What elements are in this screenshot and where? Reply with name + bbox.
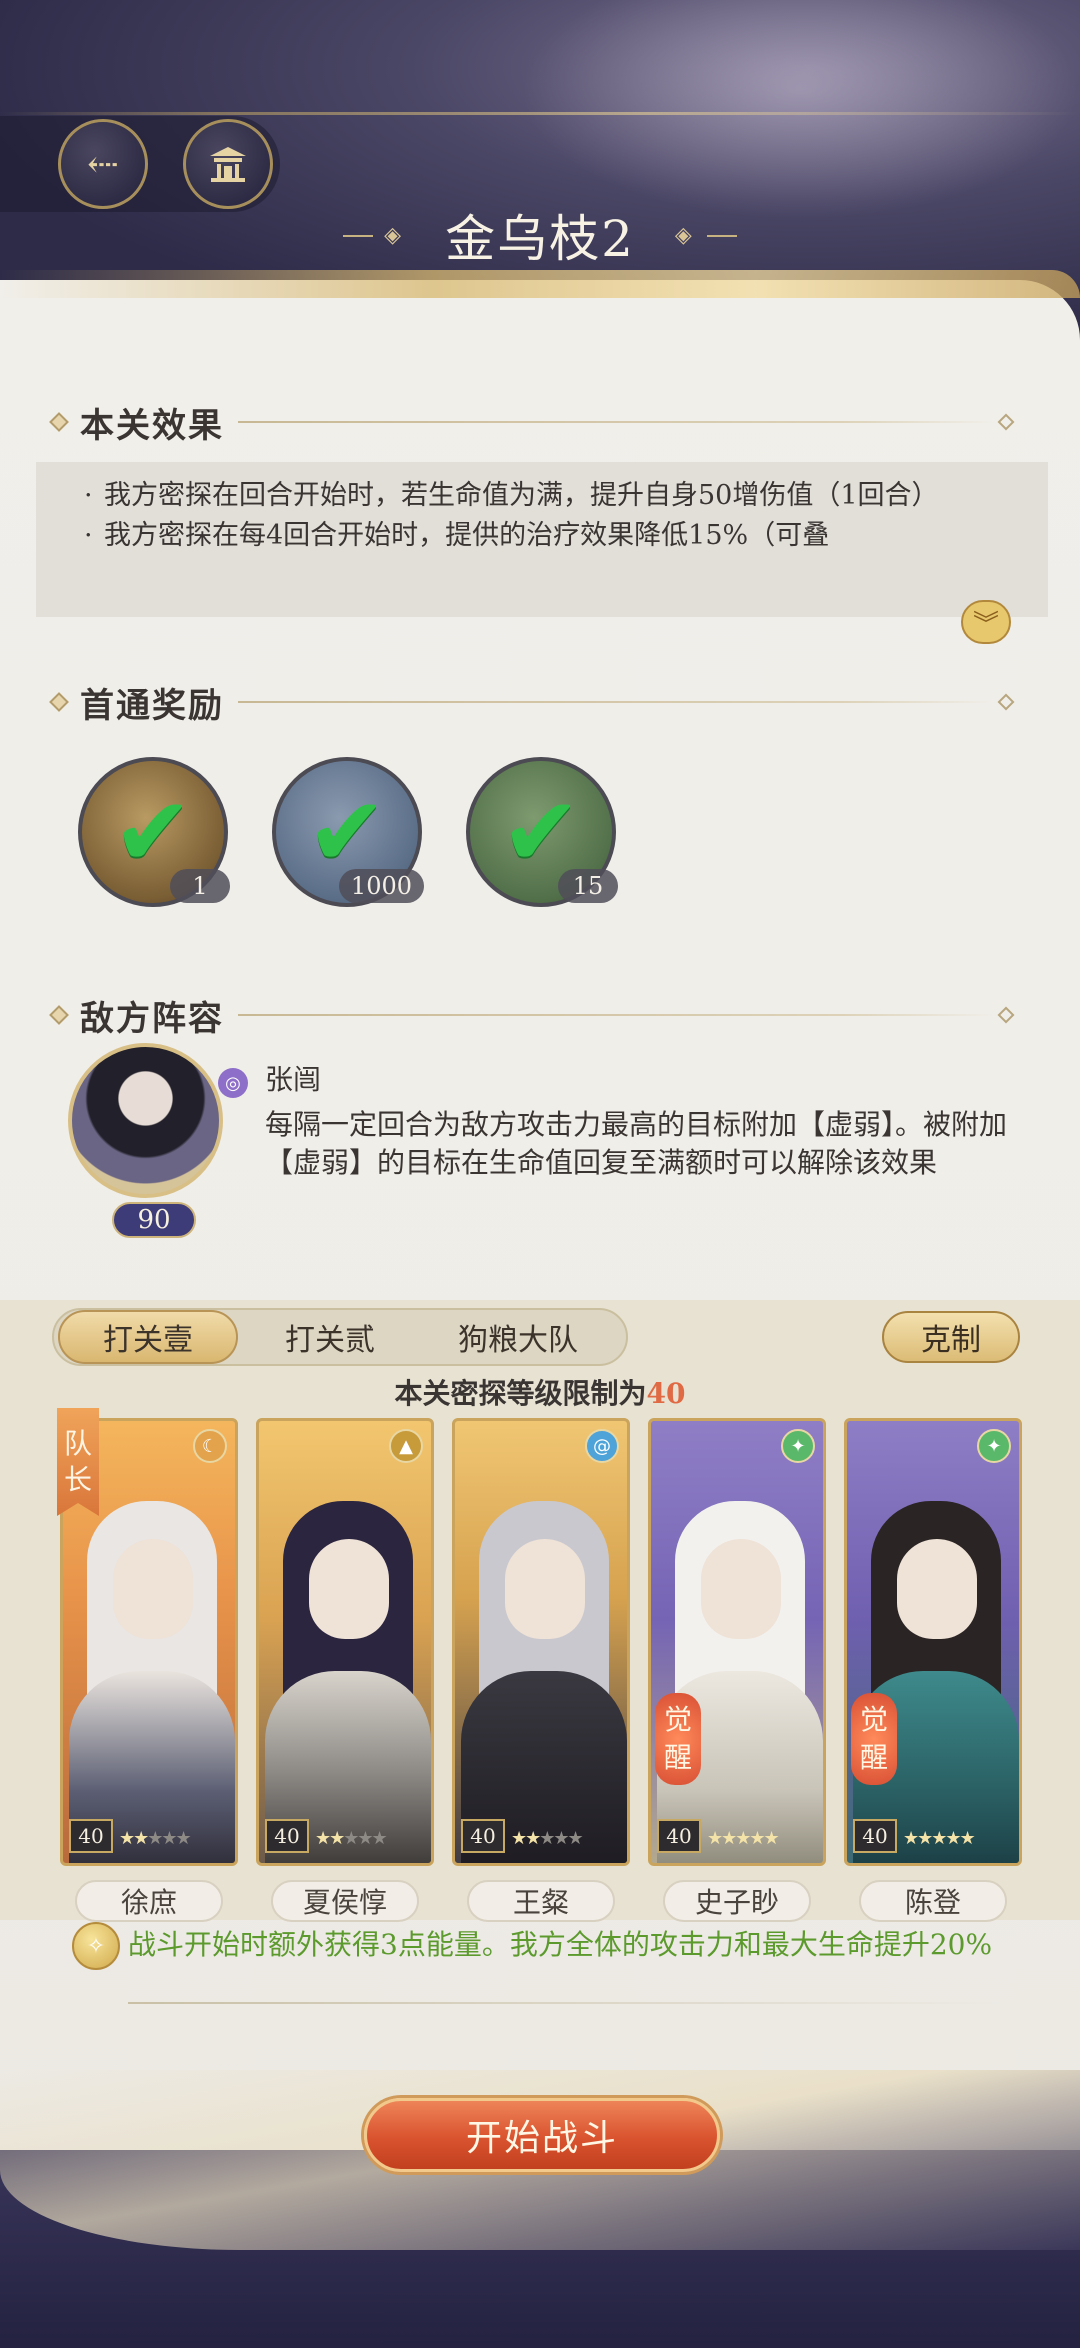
level-limit-value: 40 — [646, 1377, 686, 1410]
title-ornament-left: ◈ — [343, 223, 405, 248]
effects-header: 本关效果 — [49, 392, 1015, 452]
title-ornament-right: ◈ — [675, 223, 737, 248]
hero-stars: ★★★★★ — [707, 1828, 780, 1849]
pavilion-icon — [210, 147, 246, 182]
enemy-level-badge: 90 — [112, 1202, 196, 1238]
enemy-title: 敌方阵容 — [80, 998, 224, 1039]
hero-name: 徐庶 — [75, 1880, 223, 1922]
reward-jar[interactable]: ✔ 15 — [466, 757, 618, 907]
rewards-title: 首通奖励 — [80, 685, 224, 726]
reward-token[interactable]: ✔ 1 — [78, 757, 230, 907]
expand-button[interactable]: ︾ — [961, 600, 1011, 644]
title-bar: ◈ 金乌枝2 ◈ — [0, 200, 1080, 270]
hero-level: 40 — [461, 1819, 505, 1853]
hero-name: 王粲 — [467, 1880, 615, 1922]
level-limit-text: 本关密探等级限制为40 — [394, 1377, 686, 1410]
enemy-name: 张闿 — [265, 1063, 322, 1096]
hero-card-4[interactable]: ✦ 觉醒 40 ★★★★★ — [648, 1418, 826, 1866]
hero-name: 史子眇 — [663, 1880, 811, 1922]
effects-title: 本关效果 — [80, 405, 224, 446]
reward-count: 15 — [558, 869, 618, 903]
effect-item: 我方密探在回合开始时，若生命值为满，提升自身50增伤值（1回合） — [84, 476, 1024, 516]
mountain-icon: ▲ — [389, 1429, 423, 1463]
enemy-skill-description: 每隔一定回合为敌方攻击力最高的目标附加【虚弱】。被附加【虚弱】的目标在生命值回复… — [265, 1108, 1008, 1179]
start-battle-button[interactable]: 开始战斗 — [364, 2098, 720, 2172]
double-chevron-down-icon: ︾ — [972, 609, 999, 640]
hero-card-5[interactable]: ✦ 觉醒 40 ★★★★★ — [844, 1418, 1022, 1866]
wind-icon: ✦ — [977, 1429, 1011, 1463]
reward-count: 1000 — [338, 869, 424, 903]
diamond-icon — [49, 692, 69, 712]
leader-badge: 队长 — [57, 1408, 99, 1516]
tab-team-1[interactable]: 打关壹 — [58, 1310, 238, 1364]
counter-button[interactable]: 克制 — [882, 1311, 1020, 1363]
enemy-avatar[interactable] — [68, 1043, 223, 1198]
hero-level: 40 — [265, 1819, 309, 1853]
hero-name: 陈登 — [859, 1880, 1007, 1922]
hero-level: 40 — [853, 1819, 897, 1853]
rewards-header: 首通奖励 — [49, 672, 1015, 732]
team-bonus-icon[interactable]: ✧ — [72, 1922, 120, 1970]
hero-level: 40 — [69, 1819, 113, 1853]
effects-list[interactable]: 我方密探在回合开始时，若生命值为满，提升自身50增伤值（1回合） 我方密探在每4… — [36, 462, 1048, 617]
hero-card-2[interactable]: ▲ 40 ★★★★★ — [256, 1418, 434, 1866]
header-gold-line — [0, 112, 1080, 115]
effect-item: 我方密探在每4回合开始时，提供的治疗效果降低15%（可叠 — [84, 516, 1024, 556]
back-arrow-icon: ⇠ — [87, 142, 119, 186]
hero-stars: ★★★★★ — [119, 1828, 192, 1849]
tab-team-2[interactable]: 打关贰 — [240, 1310, 420, 1364]
page-title: 金乌枝2 — [445, 210, 635, 268]
awakened-badge: 觉醒 — [655, 1693, 701, 1785]
hero-stars: ★★★★★ — [903, 1828, 976, 1849]
back-button[interactable]: ⇠ — [58, 119, 148, 209]
hero-card-3[interactable]: @ 40 ★★★★★ — [452, 1418, 630, 1866]
hero-stars: ★★★★★ — [511, 1828, 584, 1849]
reward-count: 1 — [170, 869, 230, 903]
wind-icon: ✦ — [781, 1429, 815, 1463]
diamond-icon — [49, 412, 69, 432]
hero-name: 夏侯惇 — [271, 1880, 419, 1922]
hero-level: 40 — [657, 1819, 701, 1853]
home-button[interactable] — [183, 119, 273, 209]
enemy-header: 敌方阵容 — [49, 985, 1015, 1045]
swirl-icon: @ — [585, 1429, 619, 1463]
enemy-element-icon: ◎ — [218, 1068, 248, 1098]
hero-stars: ★★★★★ — [315, 1828, 388, 1849]
diamond-icon — [49, 1005, 69, 1025]
awakened-badge: 觉醒 — [851, 1693, 897, 1785]
team-bonus-text: 战斗开始时额外获得3点能量。我方全体的攻击力和最大生命提升20% — [128, 1928, 993, 1961]
tab-team-3[interactable]: 狗粮大队 — [428, 1310, 608, 1364]
moon-icon: ☾ — [193, 1429, 227, 1463]
reward-coins[interactable]: ✔ 1000 — [272, 757, 424, 907]
